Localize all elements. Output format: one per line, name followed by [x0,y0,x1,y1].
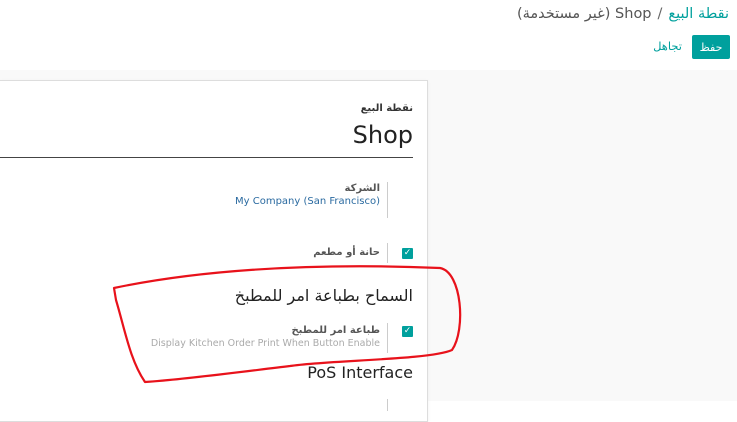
company-label: الشركة [344,183,380,194]
breadcrumb-parent-link[interactable]: نقطة البيع [668,6,729,22]
kitchen-print-field: طباعة امر للمطبخ Display Kitchen Order P… [151,325,380,349]
company-field: الشركة My Company (San Francisco) [235,183,380,207]
name-underline [0,157,413,158]
kitchen-print-divider [387,323,388,353]
pos-interface-section-title: PoS Interface [307,363,413,382]
name-field[interactable]: Shop [353,121,413,149]
breadcrumb: نقطة البيع / Shop (غير مستخدمة) [517,6,729,22]
bar-restaurant-field: حانة أو مطعم [313,247,380,258]
kitchen-print-help: Display Kitchen Order Print When Button … [150,338,380,349]
form-sheet: نقطة البيع Shop الشركة My Company (San F… [0,80,428,422]
kitchen-print-section-title: السماح بطباعة امر للمطبخ [234,286,413,305]
save-button[interactable]: حفظ [692,35,730,59]
discard-button[interactable]: تجاهل [653,39,682,53]
bar-restaurant-checkbox[interactable]: ✓ [402,248,413,259]
company-divider [387,182,388,218]
breadcrumb-current: Shop (غير مستخدمة) [516,6,652,22]
bar-restaurant-divider [387,243,388,263]
bar-restaurant-label: حانة أو مطعم [313,247,380,258]
kitchen-print-checkbox[interactable]: ✓ [402,326,413,337]
form-view: نقطة البيع Shop الشركة My Company (San F… [0,70,737,422]
name-label: نقطة البيع [360,103,413,114]
kitchen-print-label: طباعة امر للمطبخ [291,325,380,336]
company-value-link[interactable]: My Company (San Francisco) [235,196,380,207]
control-panel: نقطة البيع / Shop (غير مستخدمة) حفظ تجاهل [0,0,737,70]
breadcrumb-separator: / [657,6,663,22]
